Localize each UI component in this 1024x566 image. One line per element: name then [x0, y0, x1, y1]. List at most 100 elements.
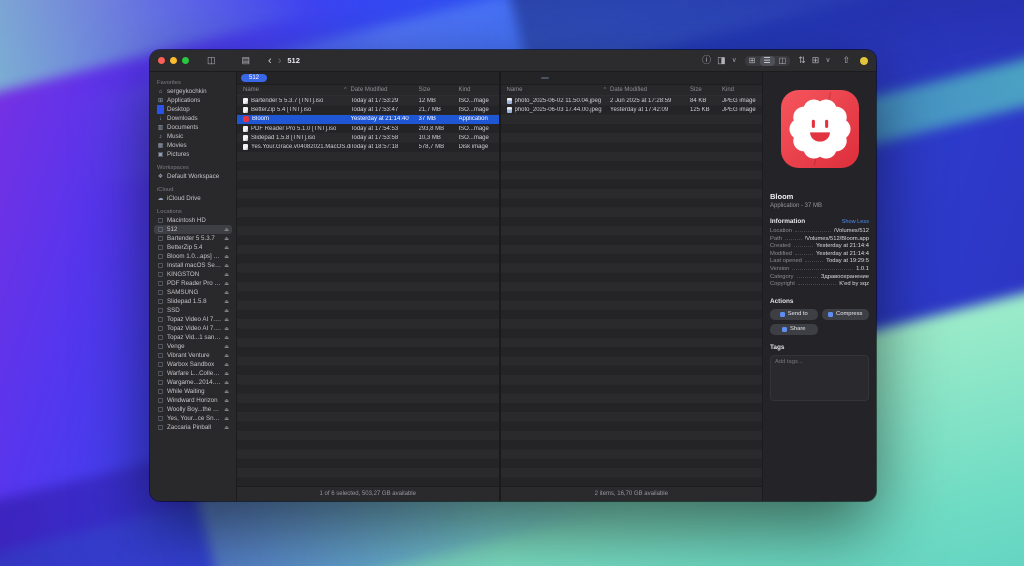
sort-icon[interactable]: ⇅: [795, 55, 809, 66]
action-button[interactable]: Compress: [822, 309, 870, 320]
tab-512[interactable]: 512: [241, 74, 267, 82]
sidebar-item-volume[interactable]: ▢ Install macOS Sequoia ⏏: [154, 261, 232, 270]
close-button[interactable]: [158, 57, 165, 64]
sidebar-item-volume[interactable]: ▢ 512 ⏏: [154, 225, 232, 234]
preview-panel-toggle-icon[interactable]: ◨: [714, 55, 729, 66]
eject-icon[interactable]: ⏏: [224, 254, 229, 260]
sidebar-item-volume[interactable]: ▢ Topaz Video AI 7.0.1 ⏏: [154, 324, 232, 333]
eject-icon[interactable]: ⏏: [224, 227, 229, 233]
workspaces-icon[interactable]: ▤: [239, 55, 254, 66]
sidebar-item-volume[interactable]: ▢ PDF Reader Pro 5.1.0 ⏏: [154, 279, 232, 288]
eject-icon[interactable]: ⏏: [224, 290, 229, 296]
eject-icon[interactable]: ⏏: [224, 389, 229, 395]
eject-icon[interactable]: ⏏: [224, 299, 229, 305]
column-header-size[interactable]: Size: [690, 87, 722, 93]
sidebar-item-volume[interactable]: ▢ Warbox Sandbox ⏏: [154, 360, 232, 369]
eject-icon[interactable]: ⏏: [224, 263, 229, 269]
eject-icon[interactable]: ⏏: [224, 416, 229, 422]
eject-icon[interactable]: ⏏: [224, 353, 229, 359]
sidebar-item[interactable]: ↓ Downloads: [154, 114, 232, 123]
eject-icon[interactable]: ⏏: [224, 407, 229, 413]
column-header-date[interactable]: Date Modified: [610, 87, 690, 93]
action-button[interactable]: Send to: [770, 309, 818, 320]
chevron-down-icon[interactable]: ∨: [822, 56, 833, 65]
sidebar-item-volume[interactable]: ▢ SSD ⏏: [154, 306, 232, 315]
file-row[interactable]: Yes.Your.Grace.v04082021.MacOS.dmg Today…: [237, 142, 499, 151]
sidebar-item-volume[interactable]: ▢ Wargame...2014.09.06 ⏏: [154, 378, 232, 387]
file-row[interactable]: Bartender 5 5.3.7 [TNT].iso Today at 17:…: [237, 96, 499, 105]
sidebar-item-volume[interactable]: ▢ Topaz Vid...1 sanet.st ⏏: [154, 333, 232, 342]
sidebar-item[interactable]: ♪ Music: [154, 132, 232, 141]
sidebar-item-volume[interactable]: ▢ Bloom 1.0...aps] [U2B] ⏏: [154, 252, 232, 261]
column-header-kind[interactable]: Kind: [459, 87, 499, 93]
sidebar-item[interactable]: ▥ Documents: [154, 123, 232, 132]
file-row[interactable]: Bloom Yesterday at 21:14:40 37 MB Applic…: [237, 115, 499, 124]
eject-icon[interactable]: ⏏: [224, 272, 229, 278]
icon-view-button[interactable]: ⊞: [745, 56, 760, 66]
sidebar-item-volume[interactable]: ▢ Macintosh HD: [154, 216, 232, 225]
forward-icon[interactable]: ›: [275, 55, 285, 67]
breadcrumb[interactable]: [505, 77, 513, 79]
eject-icon[interactable]: ⏏: [224, 362, 229, 368]
sidebar-item[interactable]: ▤ Desktop: [154, 105, 232, 114]
tags-input[interactable]: [770, 355, 869, 401]
eject-icon[interactable]: ⏏: [224, 398, 229, 404]
column-header-name[interactable]: Name ^: [237, 87, 351, 93]
chevron-down-icon[interactable]: ∨: [729, 56, 740, 65]
group-icon[interactable]: ⊞: [809, 55, 823, 66]
sidebar-item[interactable]: ☁ iCloud Drive: [154, 194, 232, 203]
eject-icon[interactable]: ⏏: [224, 236, 229, 242]
eject-icon[interactable]: ⏏: [224, 326, 229, 332]
breadcrumb[interactable]: [517, 77, 525, 79]
eject-icon[interactable]: ⏏: [224, 245, 229, 251]
sidebar-item[interactable]: ▦ Movies: [154, 141, 232, 150]
eject-icon[interactable]: ⏏: [224, 281, 229, 287]
eject-icon[interactable]: ⏏: [224, 335, 229, 341]
column-view-button[interactable]: ◫: [775, 56, 791, 66]
breadcrumb[interactable]: [541, 77, 549, 79]
file-row[interactable]: photo_2025-06-02 11.50.04.jpeg 2 Jun 202…: [501, 96, 763, 105]
sidebar-item-volume[interactable]: ▢ Zaccaria Pinball ⏏: [154, 423, 232, 432]
sidebar-item-volume[interactable]: ▢ While Waiting ⏏: [154, 387, 232, 396]
sidebar-item-volume[interactable]: ▢ Yes, Your...ce Snowfall ⏏: [154, 414, 232, 423]
eject-icon[interactable]: ⏏: [224, 380, 229, 386]
yellow-tag-icon[interactable]: [860, 57, 868, 65]
eject-icon[interactable]: ⏏: [224, 425, 229, 431]
eject-icon[interactable]: ⏏: [224, 371, 229, 377]
sidebar-item-volume[interactable]: ▢ BetterZip 5.4 ⏏: [154, 243, 232, 252]
column-header-date[interactable]: Date Modified: [351, 87, 419, 93]
file-row[interactable]: photo_2025-06-03 17.44.00.jpeg Yesterday…: [501, 105, 763, 114]
sidebar-item-volume[interactable]: ▢ Bartender 5 5.3.7 ⏏: [154, 234, 232, 243]
share-icon[interactable]: ⇧: [839, 55, 853, 66]
file-row[interactable]: PDF Reader Pro 5.1.0 [TNT].iso Today at …: [237, 124, 499, 133]
sidebar-item-volume[interactable]: ▢ Slidepad 1.5.8 ⏏: [154, 297, 232, 306]
sidebar-item-volume[interactable]: ▢ Venge ⏏: [154, 342, 232, 351]
sidebar-item[interactable]: ❖ Default Workspace: [154, 172, 232, 181]
sidebar-item-volume[interactable]: ▢ SAMSUNG ⏏: [154, 288, 232, 297]
eject-icon[interactable]: ⏏: [224, 344, 229, 350]
sidebar-item[interactable]: ⌂ sergeykochkin: [154, 87, 232, 96]
sidebar-item[interactable]: ⊞ Applications: [154, 96, 232, 105]
zoom-button[interactable]: [182, 57, 189, 64]
minimize-button[interactable]: [170, 57, 177, 64]
eject-icon[interactable]: ⏏: [224, 317, 229, 323]
eject-icon[interactable]: ⏏: [224, 308, 229, 314]
action-button[interactable]: Share: [770, 324, 818, 335]
sidebar-item-volume[interactable]: ▢ Woolly Boy...the Circus ⏏: [154, 405, 232, 414]
sidebar-item-volume[interactable]: ▢ KINGSTON ⏏: [154, 270, 232, 279]
breadcrumb[interactable]: [529, 77, 537, 79]
show-less-link[interactable]: Show Less: [842, 219, 869, 225]
back-icon[interactable]: ‹: [265, 55, 275, 67]
info-icon[interactable]: ⓘ: [699, 55, 714, 66]
column-header-name[interactable]: Name ^: [501, 87, 611, 93]
sidebar-item-volume[interactable]: ▢ Warfare L...Collection ⏏: [154, 369, 232, 378]
list-view-button[interactable]: ☰: [760, 56, 775, 66]
column-header-kind[interactable]: Kind: [722, 87, 762, 93]
sidebar-item-volume[interactable]: ▢ Topaz Video AI 7.0.0 ⏏: [154, 315, 232, 324]
file-row[interactable]: BetterZip 5.4 [TNT].iso Today at 17:53:4…: [237, 105, 499, 114]
column-header-size[interactable]: Size: [419, 87, 459, 93]
sidebar-toggle-icon[interactable]: ◫: [204, 55, 219, 66]
sidebar-item-volume[interactable]: ▢ Vibrant Venture ⏏: [154, 351, 232, 360]
sidebar-item-volume[interactable]: ▢ Windward Horizon ⏏: [154, 396, 232, 405]
sidebar-item[interactable]: ▣ Pictures: [154, 150, 232, 159]
